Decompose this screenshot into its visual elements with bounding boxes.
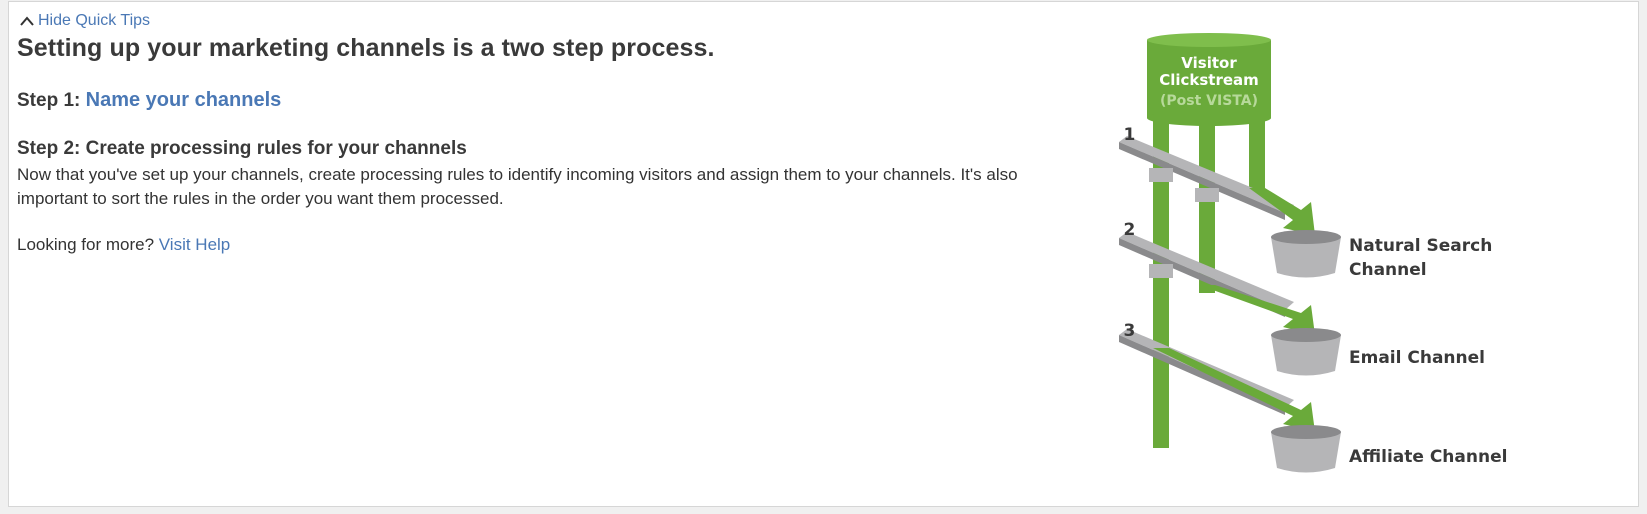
clickstream-label-1: Visitor (1181, 54, 1237, 72)
visit-help-link[interactable]: Visit Help (159, 235, 231, 254)
more-prefix: Looking for more? (17, 235, 155, 254)
chevron-up-icon (20, 16, 34, 26)
rule-3-label: Rule 3 (1119, 321, 1135, 341)
quick-tips-panel: Hide Quick Tips Setting up your marketin… (8, 1, 1639, 507)
step-1-prefix: Step 1: (17, 90, 81, 111)
step-1: Step 1: Name your channels (17, 89, 281, 112)
rule-2-label: Rule 2 (1119, 220, 1135, 240)
step-2-heading: Step 2: Create processing rules for your… (17, 138, 467, 159)
channel-email-label: Email Channel (1349, 348, 1485, 368)
rule-1-label: Rule 1 (1119, 125, 1135, 145)
page-title: Setting up your marketing channels is a … (17, 34, 715, 62)
step-2-description: Now that you've set up your channels, cr… (17, 165, 1018, 208)
channel-rules-diagram: Visitor Clickstream (Post VISTA) 1 2 3 N… (1119, 33, 1507, 473)
channel-natural-search-label-1: Natural Search (1349, 236, 1492, 256)
channel-natural-search-label-2: Channel (1349, 260, 1427, 280)
hide-quick-tips-label[interactable]: Hide Quick Tips (38, 12, 150, 30)
rule-1-arrow (1249, 188, 1315, 235)
affiliate-bucket (1271, 425, 1341, 473)
channel-affiliate-label: Affiliate Channel (1349, 447, 1507, 467)
hide-quick-tips-toggle[interactable]: Hide Quick Tips (19, 12, 150, 30)
email-bucket (1271, 328, 1341, 376)
name-your-channels-link[interactable]: Name your channels (86, 89, 282, 111)
natural-search-bucket (1271, 230, 1341, 278)
looking-for-more: Looking for more? Visit Help (17, 235, 230, 255)
clickstream-label-2: Clickstream (1159, 71, 1259, 89)
clickstream-label-3: (Post VISTA) (1160, 93, 1258, 109)
